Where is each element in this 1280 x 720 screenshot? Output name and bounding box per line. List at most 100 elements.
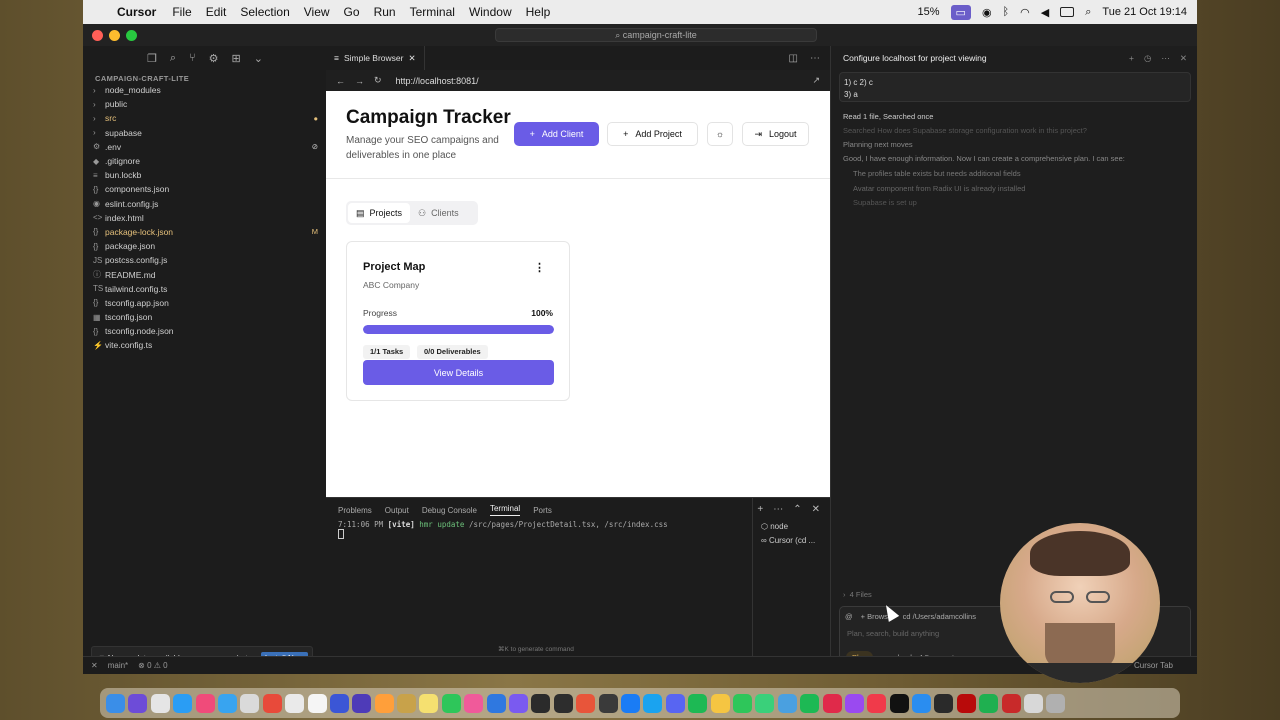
more-icon[interactable]: ⋯: [810, 53, 820, 64]
command-chip[interactable]: cd /Users/adamcollins: [903, 612, 976, 621]
close-window-button[interactable]: [92, 29, 103, 41]
dock-app-icon[interactable]: [486, 693, 506, 713]
dock-app-icon[interactable]: [598, 693, 618, 713]
tab-output[interactable]: Output: [385, 506, 409, 515]
dock-app-icon[interactable]: [173, 693, 193, 713]
dock-app-icon[interactable]: [195, 693, 215, 713]
files-changed[interactable]: › 4 Files: [843, 590, 872, 599]
remote-icon[interactable]: ✕: [91, 661, 98, 670]
at-icon[interactable]: @: [845, 612, 853, 621]
file-item[interactable]: JS postcss.config.js: [83, 253, 326, 267]
dock-app-icon[interactable]: [934, 693, 954, 713]
file-item[interactable]: TS tailwind.config.ts: [83, 282, 326, 296]
forward-icon[interactable]: →: [355, 76, 364, 86]
dock-app-icon[interactable]: [128, 693, 148, 713]
wifi-icon[interactable]: ◠: [1020, 6, 1030, 19]
dock-app-icon[interactable]: [912, 693, 932, 713]
terminal-item-node[interactable]: ⬡ node: [753, 522, 830, 536]
menu-terminal[interactable]: Terminal: [403, 5, 462, 19]
settings-icon[interactable]: ⚙: [209, 52, 219, 65]
dock-app-icon[interactable]: [889, 693, 909, 713]
dock-app-icon[interactable]: [509, 693, 529, 713]
tab-simple-browser[interactable]: ≡ Simple Browser ✕: [326, 46, 425, 70]
cursor-tab-status[interactable]: Cursor Tab: [1134, 661, 1197, 670]
dock-app-icon[interactable]: [1001, 693, 1021, 713]
menu-view[interactable]: View: [297, 5, 337, 19]
file-item[interactable]: ◆ .gitignore: [83, 154, 326, 168]
close-icon[interactable]: ✕: [409, 53, 416, 64]
menu-help[interactable]: Help: [519, 5, 558, 19]
dock-app-icon[interactable]: [867, 693, 887, 713]
file-item[interactable]: › node_modules: [83, 83, 326, 97]
project-header[interactable]: CAMPAIGN-CRAFT-LITE: [83, 70, 326, 83]
clock[interactable]: Tue 21 Oct 19:14: [1102, 6, 1187, 18]
menu-run[interactable]: Run: [367, 5, 403, 19]
dock-app-icon[interactable]: [732, 693, 752, 713]
spotlight-icon[interactable]: ⌕: [1085, 6, 1091, 19]
dock-app-icon[interactable]: [397, 693, 417, 713]
menu-edit[interactable]: Edit: [199, 5, 234, 19]
dock-app-icon[interactable]: [956, 693, 976, 713]
file-item[interactable]: ≡ bun.lockb: [83, 168, 326, 182]
extensions-icon[interactable]: ⊞: [232, 52, 241, 65]
dock-app-icon[interactable]: [755, 693, 775, 713]
menu-app-name[interactable]: Cursor: [117, 5, 165, 19]
dock-app-icon[interactable]: [441, 693, 461, 713]
dock-app-icon[interactable]: [688, 693, 708, 713]
dock-app-icon[interactable]: [464, 693, 484, 713]
url-field[interactable]: http://localhost:8081/: [396, 76, 479, 86]
open-external-icon[interactable]: ↗: [812, 75, 820, 86]
dock-app-icon[interactable]: [620, 693, 640, 713]
tab-clients[interactable]: ⚇ Clients: [410, 203, 467, 223]
dock-app-icon[interactable]: [240, 693, 260, 713]
file-item[interactable]: ⚙ .env ⊘: [83, 140, 326, 154]
split-editor-icon[interactable]: ◫: [789, 53, 798, 64]
file-item[interactable]: {} package-lock.json M: [83, 225, 326, 239]
zoom-window-button[interactable]: [126, 29, 137, 41]
dock-app-icon[interactable]: [979, 693, 999, 713]
dock-app-icon[interactable]: [352, 693, 372, 713]
minimize-window-button[interactable]: [109, 29, 120, 41]
battery-status[interactable]: 15%: [918, 6, 940, 18]
battery-icon[interactable]: [1060, 7, 1075, 17]
file-item[interactable]: ◉ eslint.config.js: [83, 197, 326, 211]
dock-app-icon[interactable]: [217, 693, 237, 713]
problems-indicator[interactable]: ⊗ 0 ⚠ 0: [138, 661, 167, 670]
file-item[interactable]: › public: [83, 97, 326, 111]
dock-app-icon[interactable]: [665, 693, 685, 713]
reload-icon[interactable]: ↻: [374, 75, 382, 86]
dock-app-icon[interactable]: [553, 693, 573, 713]
activity-read[interactable]: Read 1 file, Searched once: [843, 112, 933, 121]
dock-app-icon[interactable]: [777, 693, 797, 713]
files-icon[interactable]: ❐: [147, 52, 157, 65]
dock-app-icon[interactable]: [531, 693, 551, 713]
chevron-down-icon[interactable]: ⌄: [254, 52, 263, 65]
logout-button[interactable]: ⇥ Logout: [742, 122, 809, 146]
dock-app-icon[interactable]: [710, 693, 730, 713]
file-item[interactable]: {} tsconfig.node.json: [83, 324, 326, 338]
tab-projects[interactable]: ▤ Projects: [348, 203, 411, 223]
back-icon[interactable]: ←: [336, 76, 345, 86]
dock-app-icon[interactable]: [374, 693, 394, 713]
chat-placeholder[interactable]: Plan, search, build anything: [847, 629, 939, 638]
file-item[interactable]: {} tsconfig.app.json: [83, 296, 326, 310]
branch-indicator[interactable]: main*: [108, 661, 128, 670]
menu-selection[interactable]: Selection: [233, 5, 296, 19]
view-details-button[interactable]: View Details: [363, 360, 554, 385]
dock-app-icon[interactable]: [643, 693, 663, 713]
add-project-button[interactable]: + Add Project: [607, 122, 698, 146]
tab-problems[interactable]: Problems: [338, 506, 372, 515]
menu-go[interactable]: Go: [337, 5, 367, 19]
dock-app-icon[interactable]: [262, 693, 282, 713]
file-item[interactable]: ⓘ README.md: [83, 267, 326, 281]
control-icon[interactable]: ◉: [982, 6, 992, 19]
more-icon[interactable]: ⋯: [1161, 53, 1170, 64]
dock-app-icon[interactable]: [307, 693, 327, 713]
dock-app-icon[interactable]: [329, 693, 349, 713]
add-client-button[interactable]: + Add Client: [514, 122, 599, 146]
screen-share-icon[interactable]: ▭: [950, 4, 971, 20]
menu-file[interactable]: File: [165, 5, 198, 19]
file-item[interactable]: › supabase: [83, 126, 326, 140]
more-vertical-icon[interactable]: ⋮: [534, 261, 545, 274]
theme-toggle-button[interactable]: ☼: [707, 122, 733, 146]
